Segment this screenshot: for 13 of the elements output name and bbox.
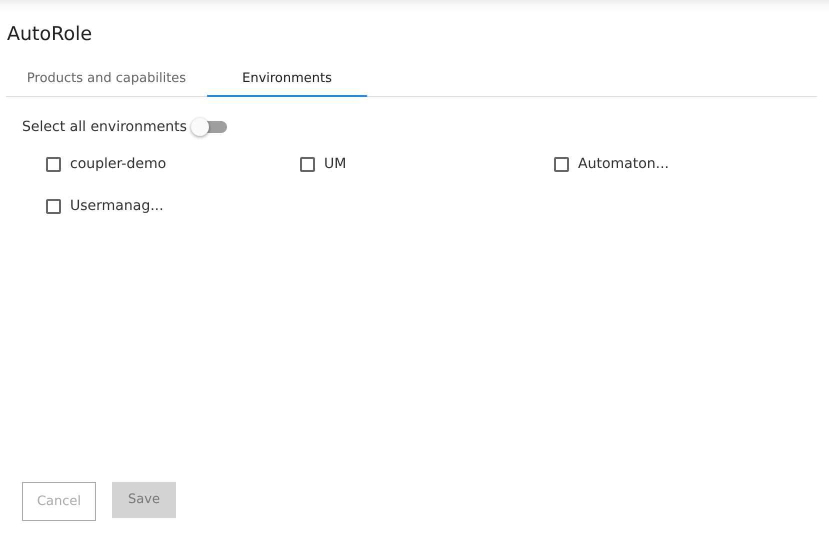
page-title: AutoRole	[7, 22, 94, 47]
checkbox-label: UM	[324, 155, 346, 174]
checkbox[interactable]	[554, 157, 569, 172]
checkbox-label: Usermanag...	[70, 197, 164, 216]
checkbox[interactable]	[46, 199, 61, 214]
tab[interactable]: Products and capabilites	[6, 62, 207, 96]
toggle-switch[interactable]	[190, 119, 227, 135]
checkbox[interactable]	[46, 157, 61, 172]
select-all-label: Select all environments	[22, 118, 187, 136]
tab[interactable]: Environments	[207, 62, 367, 96]
checkbox-label: Automaton...	[578, 155, 669, 174]
checkbox[interactable]	[300, 157, 315, 172]
checkbox-label: coupler-demo	[70, 155, 166, 174]
